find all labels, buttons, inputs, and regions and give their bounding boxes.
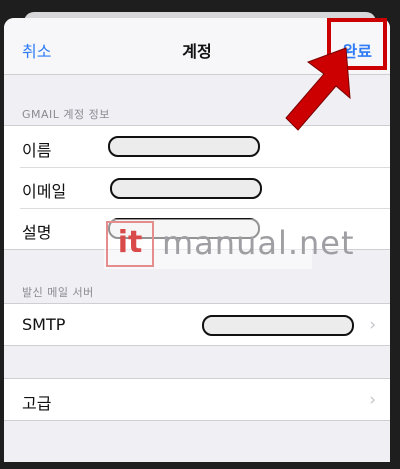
chevron-right-icon: › (369, 390, 376, 410)
name-field[interactable] (108, 136, 260, 157)
watermark: it manual.net (104, 219, 354, 269)
outgoing-section-header: 발신 메일 서버 (22, 286, 94, 299)
email-label: 이메일 (22, 182, 67, 201)
watermark-badge: it (106, 221, 154, 267)
smtp-label: SMTP (22, 315, 66, 334)
advanced-label: 고급 (22, 394, 52, 413)
email-field[interactable] (110, 178, 262, 199)
email-row[interactable]: 이메일 (4, 167, 390, 208)
pointer-arrow-icon (285, 47, 351, 131)
screenshot-frame: 취소 계정 완료 GMAIL 계정 정보 이름 이메일 설명 발신 메일 서버 … (4, 4, 390, 462)
smtp-row[interactable]: SMTP › (4, 304, 390, 345)
description-label: 설명 (22, 223, 52, 242)
advanced-group: 고급 › (4, 378, 390, 421)
outgoing-server-group: SMTP › (4, 303, 390, 346)
smtp-server-value (202, 315, 354, 336)
name-label: 이름 (22, 141, 52, 160)
chevron-right-icon: › (369, 315, 376, 335)
advanced-row[interactable]: 고급 › (4, 379, 390, 420)
account-section-header: GMAIL 계정 정보 (22, 108, 110, 121)
watermark-text: manual.net (162, 224, 355, 262)
